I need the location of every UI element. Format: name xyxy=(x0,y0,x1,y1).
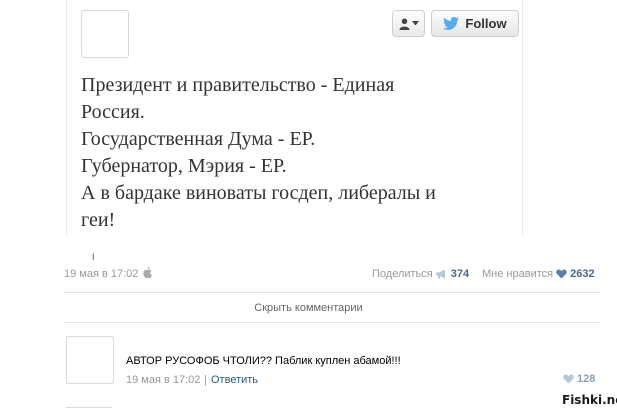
apple-icon xyxy=(143,267,152,281)
divider xyxy=(66,407,112,408)
comment-author-avatar[interactable] xyxy=(66,336,114,384)
post-date[interactable]: 19 мая в 17:02 xyxy=(64,268,138,280)
post-link[interactable]: I xyxy=(92,252,95,262)
megaphone-icon xyxy=(435,269,445,279)
follow-label: Follow xyxy=(465,16,507,31)
user-dropdown-button[interactable] xyxy=(392,10,425,37)
share-button[interactable]: Поделиться 374 xyxy=(372,268,469,280)
like-count: 2632 xyxy=(570,268,595,280)
divider xyxy=(64,322,601,323)
comment-date[interactable]: 19 мая в 17:02 xyxy=(126,374,200,386)
share-label: Поделиться xyxy=(372,268,433,280)
comment-like-count: 128 xyxy=(577,373,596,385)
watermark: Fishki.net xyxy=(562,393,617,407)
like-button[interactable]: Мне нравится 2632 xyxy=(482,268,595,280)
tweet-author-avatar[interactable] xyxy=(81,10,129,58)
tweet-text: Президент и правительство - Единая Росси… xyxy=(81,72,521,234)
tweet-line: Государственная Дума - ЕР. xyxy=(81,128,316,150)
like-label: Мне нравится xyxy=(482,268,554,280)
divider xyxy=(64,292,601,293)
twitter-bird-icon xyxy=(443,17,460,30)
share-count: 374 xyxy=(450,268,470,280)
comment-text: АВТОР РУСОФОБ ЧТОЛИ?? Паблик куплен абам… xyxy=(126,355,401,367)
tweet-line: Губернатор, Мэрия - ЕР. xyxy=(81,155,287,177)
comment-like-button[interactable]: 128 xyxy=(563,373,595,385)
tweet-card: Follow Президент и правительство - Едина… xyxy=(66,0,523,235)
caret-down-icon xyxy=(411,21,419,26)
follow-button[interactable]: Follow xyxy=(431,10,519,37)
comment-separator: | xyxy=(204,374,207,386)
tweet-line: Россия. xyxy=(81,101,145,123)
tweet-line: А в бардаке виноваты госдеп, либералы и xyxy=(81,182,436,204)
heart-icon xyxy=(563,374,574,384)
reply-link[interactable]: Ответить xyxy=(211,374,258,386)
heart-icon xyxy=(556,269,567,279)
tweet-line: Президент и правительство - Единая xyxy=(81,74,395,96)
tweet-line: геи! xyxy=(81,209,116,231)
user-icon xyxy=(399,18,409,30)
hide-comments-link[interactable]: Скрыть комментарии xyxy=(0,302,617,314)
